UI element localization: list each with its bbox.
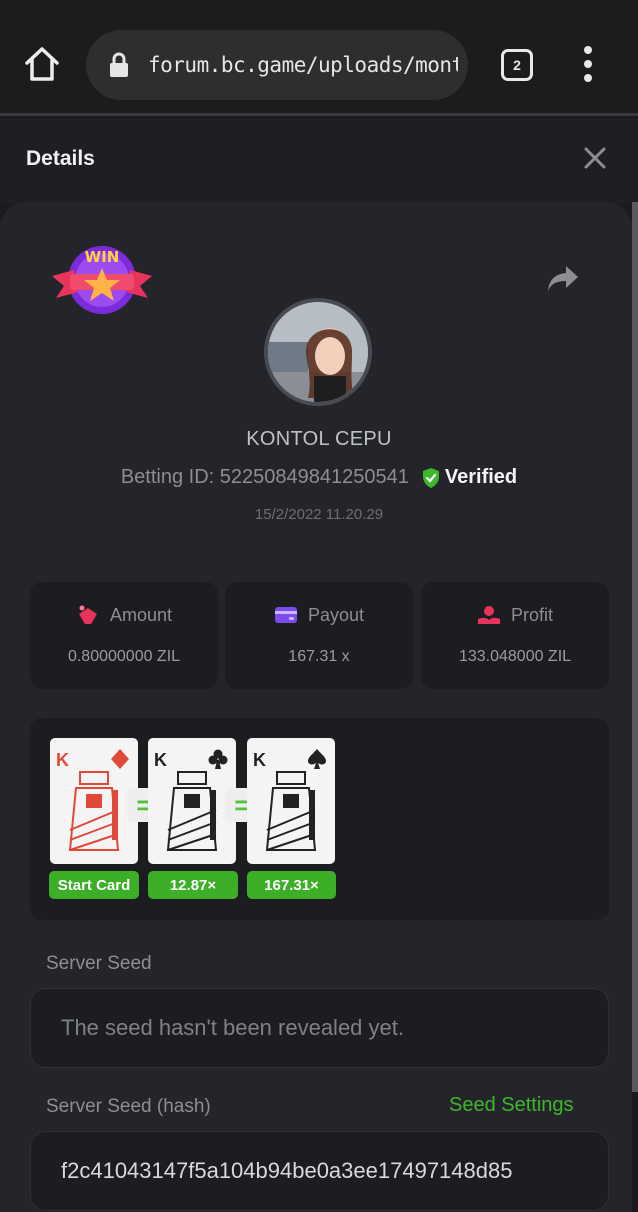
card-rank: K <box>253 750 266 770</box>
verified-badge: Verified <box>421 466 517 489</box>
profit-value: 133.048000 ZIL <box>458 648 572 665</box>
browser-toolbar: forum.bc.game/uploads/monthly. 2 <box>0 0 638 116</box>
profit-icon <box>477 606 500 624</box>
payout-label: Payout <box>307 604 365 625</box>
king-illustration-icon <box>166 771 218 851</box>
details-title: Details <box>26 147 95 170</box>
amount-icon <box>78 605 97 624</box>
win-badge-icon: WIN <box>50 240 154 320</box>
multiplier-label: Start Card <box>49 871 139 899</box>
details-header: Details <box>0 119 638 204</box>
amount-stat: Amount 0.80000000 ZIL <box>30 582 218 689</box>
scrollbar[interactable] <box>632 202 638 1092</box>
more-menu-icon[interactable] <box>578 46 598 82</box>
betting-id-row: Betting ID: 52250849841250541 Verified <box>0 466 638 489</box>
multiplier-label: 12.87× <box>148 871 238 899</box>
multiplier-label: 167.31× <box>247 871 336 899</box>
betting-id: Betting ID: 52250849841250541 <box>120 466 409 488</box>
club-icon <box>208 749 228 769</box>
share-icon[interactable] <box>546 264 580 292</box>
avatar <box>264 298 372 406</box>
payout-value: 167.31 x <box>288 648 350 665</box>
url-text: forum.bc.game/uploads/monthly. <box>148 53 458 77</box>
server-seed-field[interactable]: The seed hasn't been revealed yet. <box>30 988 609 1068</box>
diamond-icon <box>111 749 129 769</box>
king-illustration-icon <box>68 771 120 851</box>
wallet-icon <box>274 607 297 623</box>
server-seed-hash-field[interactable]: f2c41043147f5a104b94be0a3ee17497148d85 <box>30 1131 609 1211</box>
spade-icon <box>308 749 326 769</box>
king-illustration-icon <box>265 771 317 851</box>
verified-label: Verified <box>444 466 518 488</box>
playing-card: K <box>50 738 138 864</box>
svg-text:WIN: WIN <box>85 248 120 266</box>
tab-switcher-button[interactable]: 2 <box>501 49 533 81</box>
seed-settings-link[interactable]: Seed Settings <box>449 1094 574 1117</box>
playing-card: K <box>148 738 236 864</box>
home-icon[interactable] <box>22 44 62 84</box>
lock-icon <box>110 52 128 77</box>
server-seed-label: Server Seed <box>46 953 152 974</box>
amount-value: 0.80000000 ZIL <box>67 648 181 665</box>
amount-label: Amount <box>109 604 173 625</box>
card-rank: K <box>154 750 167 770</box>
player-name: KONTOL CEPU <box>246 428 392 450</box>
payout-stat: Payout 167.31 x <box>225 582 413 689</box>
verified-shield-icon <box>422 467 439 488</box>
server-seed-hash-label: Server Seed (hash) <box>46 1096 211 1117</box>
address-bar[interactable]: forum.bc.game/uploads/monthly. <box>86 30 468 100</box>
profit-label: Profit <box>510 604 553 625</box>
card-rank: K <box>56 750 69 770</box>
profit-stat: Profit 133.048000 ZIL <box>421 582 609 689</box>
bet-timestamp: 15/2/2022 11.20.29 <box>254 506 384 523</box>
close-icon[interactable] <box>582 145 608 171</box>
playing-card: K <box>247 738 335 864</box>
